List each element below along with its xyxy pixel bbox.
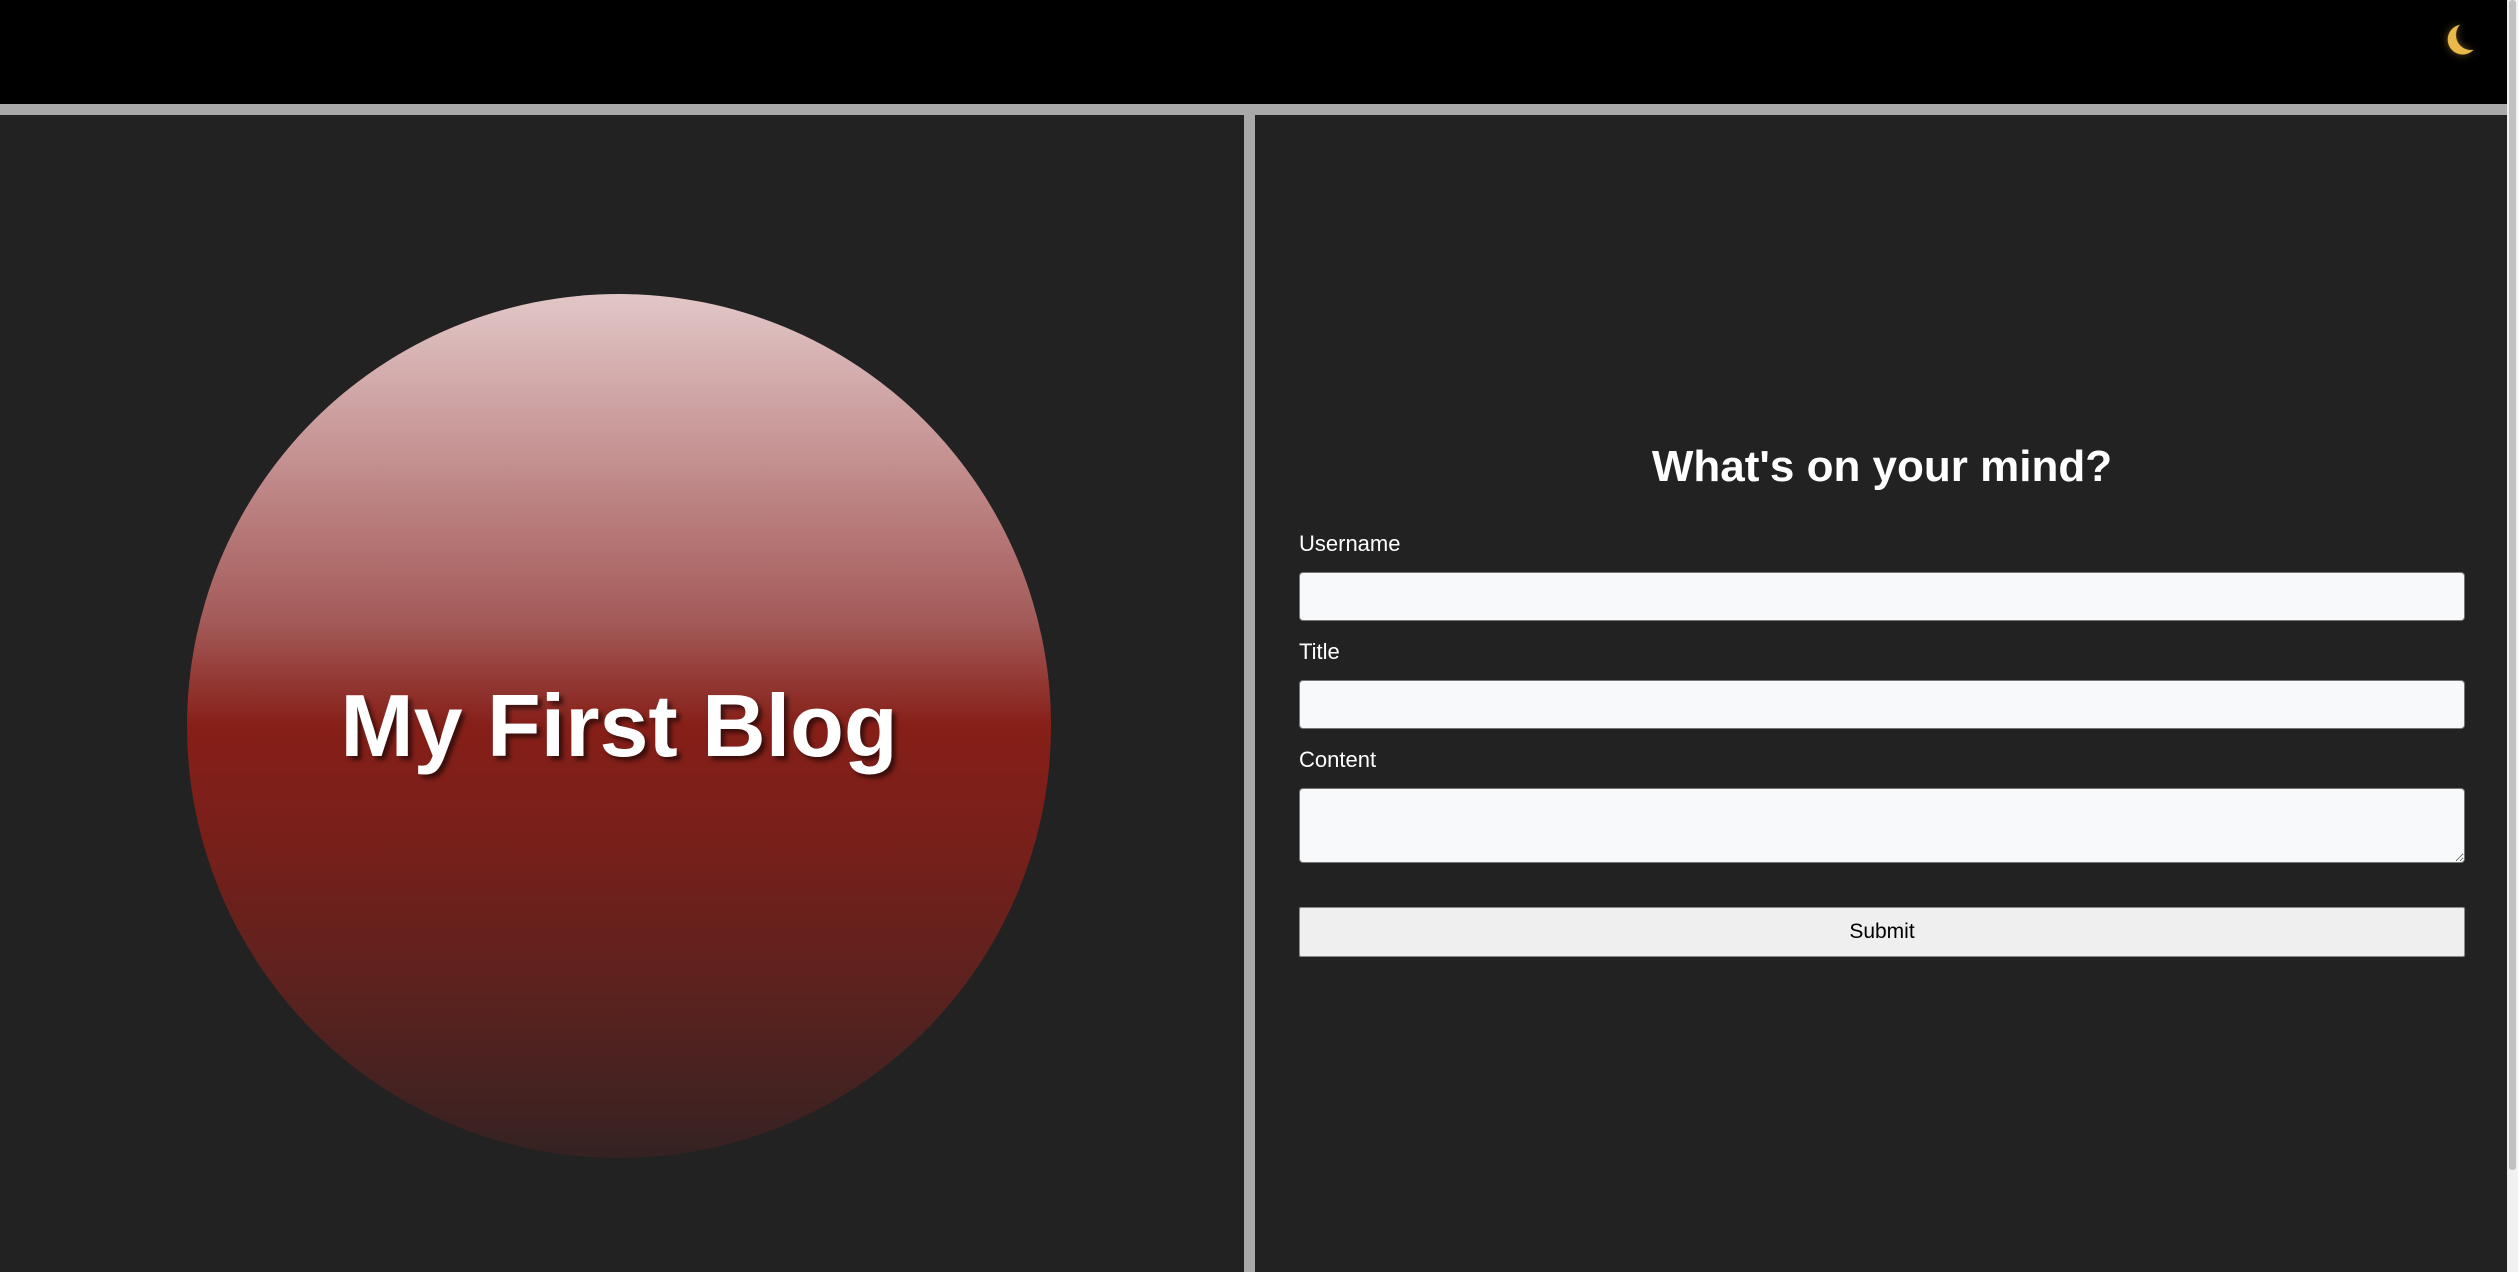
content-label: Content [1299,747,1377,772]
content-textarea[interactable] [1299,788,2465,863]
username-label: Username [1299,531,1401,556]
scrollbar-thumb[interactable] [2509,0,2516,1170]
moon-icon [2454,18,2489,53]
top-divider [0,104,2507,115]
hero-circle: My First Blog [187,294,1051,1158]
top-bar [0,0,2507,104]
form-heading: What's on your mind? [1651,442,2113,491]
title-input[interactable] [1299,680,2465,729]
hero-pane: My First Blog [0,115,1244,1272]
page: My First Blog What's on your mind? Usern… [0,0,2518,1272]
post-form: What's on your mind? Username Title Cont… [1299,443,2465,957]
submit-button[interactable]: Submit [1299,907,2465,957]
blog-title: My First Blog [340,676,898,775]
username-input[interactable] [1299,572,2465,621]
pane-divider [1244,115,1255,1272]
title-label: Title [1299,639,1340,664]
theme-toggle-button[interactable] [2445,16,2485,56]
post-form-pane: What's on your mind? Username Title Cont… [1255,115,2507,1272]
